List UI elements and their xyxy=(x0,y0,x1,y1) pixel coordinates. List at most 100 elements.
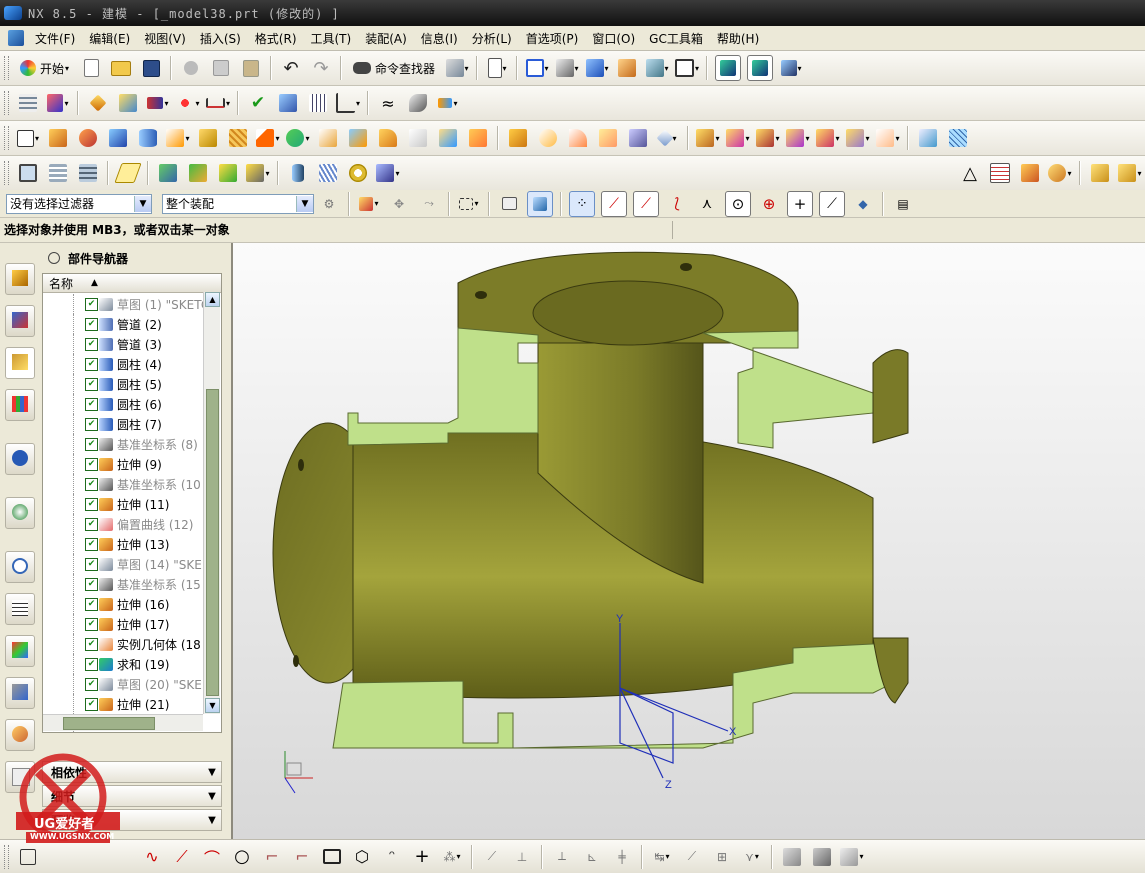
object-display-button[interactable] xyxy=(116,91,140,115)
process-studio-tab[interactable] xyxy=(5,635,35,667)
quick-extend-button[interactable]: ⊥ xyxy=(510,845,534,869)
quick-trim-button[interactable]: ⟋ xyxy=(480,845,504,869)
menu-assemblies[interactable]: 装配(A) xyxy=(358,30,414,47)
extrude-button[interactable] xyxy=(46,126,70,150)
move-component-button[interactable] xyxy=(216,161,240,185)
abc-reposition-button[interactable]: ▾ xyxy=(246,161,270,185)
visibility-checkbox[interactable]: ✔ xyxy=(85,637,98,651)
edge-blend-button[interactable] xyxy=(376,126,400,150)
tree-row[interactable]: ✔ 圆柱 (7) xyxy=(43,414,207,434)
menu-analysis[interactable]: 分析(L) xyxy=(465,30,519,47)
menu-help[interactable]: 帮助(H) xyxy=(710,30,766,47)
tree-row[interactable]: ✔ 圆柱 (5) xyxy=(43,374,207,394)
groove-button[interactable] xyxy=(566,126,590,150)
visibility-checkbox[interactable]: ✔ xyxy=(85,377,98,391)
intent-button[interactable]: ⤳ xyxy=(417,192,441,216)
visibility-checkbox[interactable]: ✔ xyxy=(85,577,98,591)
menu-format[interactable]: 格式(R) xyxy=(248,30,304,47)
table-button[interactable] xyxy=(988,161,1012,185)
feature-select-button[interactable]: ✥ xyxy=(387,192,411,216)
visibility-checkbox[interactable]: ✔ xyxy=(85,297,98,311)
scroll-down-icon[interactable]: ▼ xyxy=(205,698,220,713)
paste-button[interactable] xyxy=(239,56,263,80)
move-to-layer-button[interactable]: ▾ xyxy=(779,56,803,80)
revolve-button[interactable] xyxy=(76,126,100,150)
snap-enable-button[interactable]: ⁘ xyxy=(569,190,595,217)
tree-row[interactable]: ✔ 基准坐标系 (10 xyxy=(43,474,207,494)
snap-dropdown-button[interactable]: ▾ xyxy=(357,192,381,216)
cone-button[interactable]: ▾ xyxy=(166,126,190,150)
visibility-checkbox[interactable]: ✔ xyxy=(85,317,98,331)
scroll-up-icon[interactable]: ▲ xyxy=(205,292,220,307)
studio-spline-button[interactable]: ᵔ xyxy=(380,845,404,869)
visibility-checkbox[interactable]: ✔ xyxy=(85,517,98,531)
section-view-button[interactable] xyxy=(615,56,639,80)
copy-button[interactable] xyxy=(209,56,233,80)
open-button[interactable] xyxy=(109,56,133,80)
cut-button[interactable] xyxy=(179,56,203,80)
arc-button[interactable]: ⌒ xyxy=(200,845,224,869)
quick-pick-button[interactable]: ▤ xyxy=(891,192,915,216)
tree-vertical-scrollbar[interactable]: ▲ ▼ xyxy=(203,292,220,714)
triangle-button[interactable]: △ xyxy=(958,161,982,185)
tools-dropdown-button[interactable]: ▾ xyxy=(376,161,400,185)
web-browser-tab[interactable] xyxy=(5,497,35,529)
linked-face-button[interactable]: ▾ xyxy=(846,126,870,150)
tree-horizontal-scrollbar[interactable] xyxy=(43,714,203,731)
sketch-style-button[interactable]: ▾ xyxy=(840,845,864,869)
show-constraints-button[interactable]: ⟋ xyxy=(680,845,704,869)
constraint-navigator-tab[interactable] xyxy=(5,305,35,337)
chevron-down-icon[interactable]: ▼ xyxy=(203,815,221,826)
tree-row[interactable]: ✔ 拉伸 (17) xyxy=(43,614,207,634)
arc-center-snap-button[interactable]: ⊙ xyxy=(725,190,751,217)
hd3d-tools-tab[interactable] xyxy=(5,443,35,475)
rectangle-button[interactable] xyxy=(320,845,344,869)
trim-body-button[interactable] xyxy=(316,126,340,150)
gauge-button[interactable]: ▾ xyxy=(436,91,460,115)
part-navigator-tab[interactable] xyxy=(5,347,35,379)
boss-button[interactable] xyxy=(226,126,250,150)
thicken-button[interactable] xyxy=(626,126,650,150)
split-body-button[interactable] xyxy=(346,126,370,150)
shell-button[interactable] xyxy=(436,126,460,150)
point-button[interactable]: + xyxy=(410,845,434,869)
mesh-surface-button[interactable] xyxy=(946,126,970,150)
scrollbar-thumb[interactable] xyxy=(206,389,219,696)
stack-button[interactable] xyxy=(76,161,100,185)
menu-gc-toolkit[interactable]: GC工具箱 xyxy=(642,30,710,47)
chamfer-button[interactable] xyxy=(406,126,430,150)
visibility-checkbox[interactable]: ✔ xyxy=(85,357,98,371)
start-button[interactable]: 开始 ▾ xyxy=(16,56,73,80)
visibility-checkbox[interactable]: ✔ xyxy=(85,557,98,571)
feature-tree[interactable]: 名称 ▲ ✔ 草图 (1) "SKETC ✔ 管道 (2) ✔ 管道 (3) ✔ 圆柱 (4)… xyxy=(42,273,222,733)
layer-settings-button[interactable] xyxy=(747,55,774,81)
tree-row[interactable]: ✔ 草图 (1) "SKETC xyxy=(43,294,209,314)
mate-component-button[interactable] xyxy=(186,161,210,185)
visibility-checkbox[interactable]: ✔ xyxy=(85,657,98,671)
redo-button[interactable]: ↷ xyxy=(309,56,333,80)
coil-button[interactable] xyxy=(346,161,370,185)
assembly-navigator-tab[interactable] xyxy=(5,263,35,295)
block-button[interactable] xyxy=(106,126,130,150)
horizontal-scrollbar-thumb[interactable] xyxy=(63,717,155,730)
tree-row[interactable]: ✔ 拉伸 (16) xyxy=(43,594,207,614)
menu-preferences[interactable]: 首选项(P) xyxy=(519,30,586,47)
chevron-down-icon[interactable]: ▼ xyxy=(203,791,221,802)
chamfer-sketch-button[interactable]: ⌐ xyxy=(290,845,314,869)
pin-icon[interactable] xyxy=(48,252,60,264)
visibility-checkbox[interactable]: ✔ xyxy=(85,617,98,631)
replace-face-button[interactable]: ▾ xyxy=(726,126,750,150)
bounded-plane-button[interactable]: ▾ xyxy=(656,126,680,150)
new-button[interactable] xyxy=(79,56,103,80)
save-button[interactable] xyxy=(139,56,163,80)
undo-button[interactable]: ↶ xyxy=(279,56,303,80)
unite-button[interactable]: ▾ xyxy=(286,126,310,150)
layer-button[interactable] xyxy=(16,91,40,115)
profile-button[interactable]: ∿ xyxy=(140,845,164,869)
tree-row[interactable]: ✔ 草图 (20) "SKE xyxy=(43,674,207,694)
fit-button[interactable]: ▾ xyxy=(525,56,549,80)
visibility-checkbox[interactable]: ✔ xyxy=(85,597,98,611)
sweep-button[interactable] xyxy=(506,126,530,150)
visibility-checkbox[interactable]: ✔ xyxy=(85,677,98,691)
animate-dimension-button[interactable]: ⊞ xyxy=(710,845,734,869)
